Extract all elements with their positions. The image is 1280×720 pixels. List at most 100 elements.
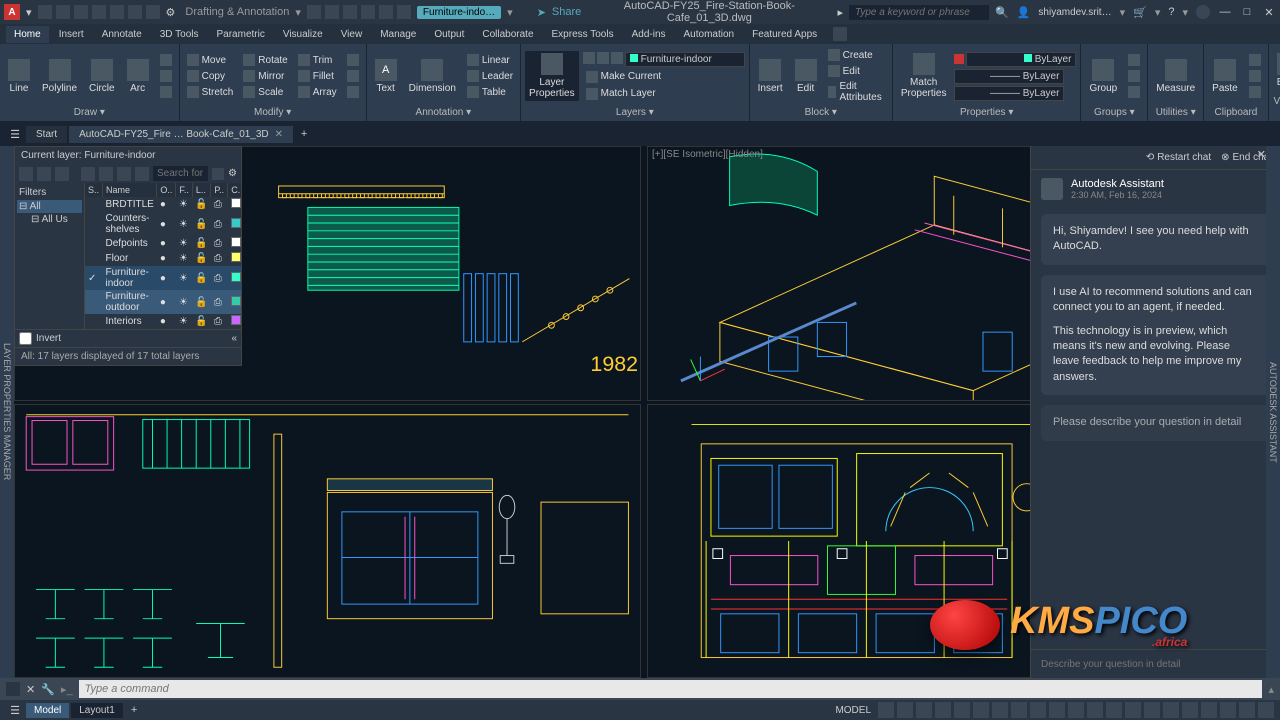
col-on[interactable]: O..: [157, 183, 176, 197]
panel-utilities-title[interactable]: Utilities ▾: [1152, 106, 1199, 119]
cmdline-expand-icon[interactable]: ▴: [1268, 683, 1274, 696]
tab-3dtools[interactable]: 3D Tools: [152, 26, 207, 43]
layer-tool-1-icon[interactable]: [583, 52, 595, 64]
create-block-button[interactable]: Create: [825, 48, 888, 62]
linetype-combo[interactable]: ——— ByLayer: [954, 69, 1064, 84]
add-layout-button[interactable]: +: [125, 702, 143, 718]
tab-home[interactable]: Home: [6, 26, 49, 43]
edit-attributes-button[interactable]: Edit Attributes: [825, 80, 888, 104]
paste-button[interactable]: Paste: [1208, 57, 1242, 96]
collapse-icon[interactable]: «: [231, 333, 237, 344]
cmdline-x-icon[interactable]: ✕: [26, 683, 35, 696]
doc-tab-start[interactable]: Start: [26, 126, 67, 143]
layer-row[interactable]: Furniture-outdoor●☀🔓⎙: [85, 290, 241, 314]
clipboard-extra-1[interactable]: [1246, 53, 1264, 67]
maximize-button[interactable]: □: [1240, 5, 1254, 19]
qat-new-icon[interactable]: [38, 5, 52, 19]
app-menu-arrow[interactable]: ▾: [26, 6, 32, 19]
sb-ws-icon[interactable]: [1106, 702, 1122, 718]
assistant-strip[interactable]: AUTODESK ASSISTANT: [1266, 146, 1280, 678]
trim-button[interactable]: Trim: [295, 53, 340, 67]
tab-parametric[interactable]: Parametric: [208, 26, 272, 43]
modify-extra-2[interactable]: [344, 69, 362, 83]
tab-expresstools[interactable]: Express Tools: [544, 26, 622, 43]
doc-tab-close-icon[interactable]: ✕: [275, 129, 283, 140]
col-freeze[interactable]: F..: [176, 183, 193, 197]
layer-row[interactable]: Counters-shelves●☀🔓⎙: [85, 212, 241, 236]
edit-block-sm-button[interactable]: Edit: [825, 64, 888, 78]
workspace-gear-icon[interactable]: ⚙: [166, 6, 176, 19]
sb-lockui-icon[interactable]: [1182, 702, 1198, 718]
tab-collaborate[interactable]: Collaborate: [474, 26, 541, 43]
mirror-button[interactable]: Mirror: [240, 69, 290, 83]
layer-pill[interactable]: Furniture-indo…: [417, 6, 501, 19]
text-button[interactable]: AText: [371, 57, 401, 96]
sb-annoscale-icon[interactable]: [1087, 702, 1103, 718]
qat-icon-8[interactable]: [307, 5, 321, 19]
panel-draw-title[interactable]: Draw ▾: [4, 106, 175, 119]
share-icon[interactable]: ➤: [537, 6, 546, 19]
qat-saveas-icon[interactable]: [92, 5, 106, 19]
tab-view[interactable]: View: [333, 26, 371, 43]
base-button[interactable]: Base: [1273, 51, 1280, 90]
layer-state-4-icon[interactable]: [135, 167, 149, 181]
layer-row[interactable]: Interiors●☀🔓⎙: [85, 314, 241, 329]
edit-block-button[interactable]: Edit: [791, 57, 821, 96]
layer-folder-icon[interactable]: [37, 167, 51, 181]
sb-quickprops-icon[interactable]: [1163, 702, 1179, 718]
layer-state-2-icon[interactable]: [99, 167, 113, 181]
workspace-label[interactable]: Drafting & Annotation: [185, 6, 289, 18]
panel-properties-title[interactable]: Properties ▾: [897, 106, 1077, 119]
layer-refresh-icon[interactable]: [212, 168, 224, 180]
layout-menu-icon[interactable]: ☰: [6, 701, 24, 719]
model-label[interactable]: MODEL: [831, 705, 875, 716]
layer-row[interactable]: Defpoints●☀🔓⎙: [85, 236, 241, 251]
rotate-button[interactable]: Rotate: [240, 53, 290, 67]
layer-row[interactable]: ✓Furniture-indoor●☀🔓⎙: [85, 266, 241, 290]
qat-plot-icon[interactable]: [110, 5, 124, 19]
copy-button[interactable]: Copy: [184, 69, 237, 83]
sb-hwacc-icon[interactable]: [1220, 702, 1236, 718]
search-icon[interactable]: 🔍: [995, 6, 1009, 19]
clipboard-extra-3[interactable]: [1246, 85, 1264, 99]
col-plot[interactable]: P..: [211, 183, 228, 197]
insert-block-button[interactable]: Insert: [754, 57, 787, 96]
group-extra-2[interactable]: [1125, 69, 1143, 83]
sb-3dosnap-icon[interactable]: [1049, 702, 1065, 718]
col-name[interactable]: Name: [103, 183, 157, 197]
modify-extra-1[interactable]: [344, 53, 362, 67]
col-color[interactable]: C..: [228, 183, 241, 197]
sb-annomonitor-icon[interactable]: [1125, 702, 1141, 718]
tab-insert[interactable]: Insert: [51, 26, 92, 43]
filter-all-used[interactable]: ⊟ All Us: [17, 213, 82, 226]
doc-tab-add-button[interactable]: +: [295, 125, 313, 143]
group-extra-3[interactable]: [1125, 85, 1143, 99]
qat-save-icon[interactable]: [74, 5, 88, 19]
cloud-icon[interactable]: [1196, 5, 1210, 19]
qat-icon-10[interactable]: [343, 5, 357, 19]
table-button[interactable]: Table: [464, 85, 516, 99]
help-icon[interactable]: ?: [1168, 6, 1174, 18]
lineweight-combo[interactable]: ——— ByLayer: [954, 86, 1064, 101]
command-input[interactable]: [79, 680, 1263, 698]
panel-view-title[interactable]: View ▾ ▾: [1273, 95, 1280, 119]
sb-dyninput-icon[interactable]: [1068, 702, 1084, 718]
qat-icon-9[interactable]: [325, 5, 339, 19]
restart-chat-button[interactable]: ⟲Restart chat: [1146, 152, 1211, 163]
close-button[interactable]: ✕: [1262, 5, 1276, 19]
app-logo[interactable]: A: [4, 4, 20, 20]
help-search-input[interactable]: [849, 5, 989, 20]
doc-tabs-menu-icon[interactable]: ☰: [6, 125, 24, 143]
match-properties-button[interactable]: Match Properties: [897, 51, 951, 101]
layer-new-icon[interactable]: [19, 167, 33, 181]
tab-visualize[interactable]: Visualize: [275, 26, 331, 43]
cmdline-wrench-icon[interactable]: 🔧: [41, 683, 55, 696]
layout1-tab[interactable]: Layout1: [71, 703, 123, 718]
qat-open-icon[interactable]: [56, 5, 70, 19]
qat-icon-13[interactable]: [397, 5, 411, 19]
user-icon[interactable]: 👤: [1017, 6, 1031, 19]
linear-button[interactable]: Linear: [464, 53, 516, 67]
move-button[interactable]: Move: [184, 53, 237, 67]
sb-transparency-icon[interactable]: [1011, 702, 1027, 718]
fillet-button[interactable]: Fillet: [295, 69, 340, 83]
